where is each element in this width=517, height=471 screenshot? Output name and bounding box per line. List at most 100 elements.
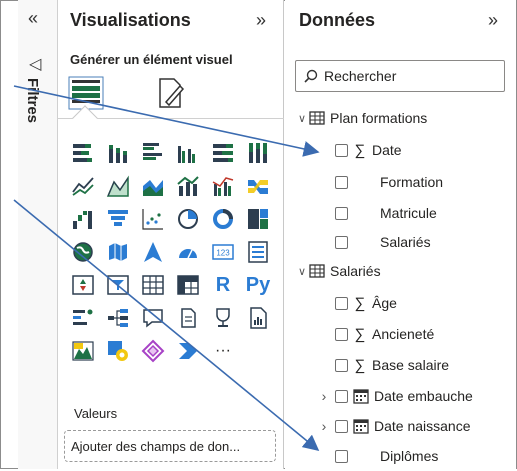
table-name: Plan formations bbox=[330, 110, 428, 126]
chevron-down-icon[interactable]: ∨ bbox=[295, 112, 309, 125]
scatter-chart-icon[interactable] bbox=[138, 204, 168, 234]
field-checkbox[interactable] bbox=[335, 296, 348, 310]
clustered-column-chart-icon[interactable] bbox=[173, 138, 203, 168]
100-stacked-column-chart-icon[interactable] bbox=[243, 138, 273, 168]
line-and-stacked-column-icon[interactable] bbox=[173, 171, 203, 201]
funnel-chart-icon[interactable] bbox=[103, 204, 133, 234]
field-checkbox[interactable] bbox=[335, 327, 348, 341]
search-icon bbox=[304, 69, 318, 83]
field-checkbox[interactable] bbox=[335, 389, 348, 403]
table-name: Salariés bbox=[330, 263, 381, 279]
field-name: Formation bbox=[380, 174, 444, 190]
field-item[interactable]: ∑ Ancieneté bbox=[285, 319, 516, 349]
line-and-clustered-column-icon[interactable] bbox=[208, 171, 238, 201]
expand-right-icon[interactable]: » bbox=[488, 10, 498, 31]
chevron-right-icon[interactable]: › bbox=[317, 388, 331, 404]
field-checkbox[interactable] bbox=[335, 206, 348, 220]
chevron-right-icon[interactable]: › bbox=[317, 418, 331, 434]
field-name: Âge bbox=[372, 295, 397, 311]
paginated-report-icon[interactable] bbox=[243, 303, 273, 333]
table-node-salaries[interactable]: ∨ Salariés bbox=[285, 256, 516, 286]
filters-pane-collapsed[interactable]: « ◁ Filtres bbox=[18, 0, 58, 469]
funnel-icon: ◁ bbox=[29, 56, 42, 73]
table-node-plan-formations[interactable]: ∨ Plan formations bbox=[285, 103, 516, 133]
ribbon-chart-icon[interactable] bbox=[243, 171, 273, 201]
field-checkbox[interactable] bbox=[335, 235, 348, 249]
sigma-icon: ∑ bbox=[354, 141, 366, 159]
field-checkbox[interactable] bbox=[335, 143, 348, 157]
values-well-label: Valeurs bbox=[74, 406, 118, 421]
field-name: Date naissance bbox=[374, 418, 471, 434]
gauge-icon[interactable] bbox=[173, 237, 203, 267]
field-name: Diplômes bbox=[380, 448, 439, 464]
kpi-icon[interactable] bbox=[68, 270, 98, 300]
treemap-icon[interactable] bbox=[243, 204, 273, 234]
search-box[interactable] bbox=[295, 60, 505, 92]
smart-narrative-icon[interactable] bbox=[173, 303, 203, 333]
key-influencers-icon[interactable] bbox=[68, 303, 98, 333]
stacked-column-chart-icon[interactable] bbox=[103, 138, 133, 168]
stacked-bar-chart-icon[interactable] bbox=[68, 138, 98, 168]
field-item[interactable]: Salariés bbox=[285, 227, 516, 257]
format-visual-icon[interactable] bbox=[154, 76, 186, 110]
field-item[interactable]: Formation bbox=[285, 167, 516, 197]
area-chart-icon[interactable] bbox=[103, 171, 133, 201]
calendar-icon bbox=[353, 419, 369, 434]
r-script-visual-icon[interactable]: R bbox=[208, 270, 238, 300]
field-item[interactable]: › Date embauche bbox=[285, 381, 516, 411]
visual-icons-grid: 123 R Py ··· bbox=[68, 138, 273, 366]
goals-icon[interactable] bbox=[208, 303, 238, 333]
clustered-bar-chart-icon[interactable] bbox=[138, 138, 168, 168]
field-checkbox[interactable] bbox=[335, 419, 348, 433]
data-pane: Données » ∨ Plan formations ∑ Date Forma… bbox=[285, 0, 516, 469]
visualisations-title: Visualisations bbox=[70, 10, 191, 30]
field-name: Date embauche bbox=[374, 388, 473, 404]
field-checkbox[interactable] bbox=[335, 175, 348, 189]
qa-icon[interactable] bbox=[138, 303, 168, 333]
build-visual-icon[interactable] bbox=[68, 76, 104, 110]
filters-label[interactable]: Filtres bbox=[24, 78, 41, 123]
calendar-icon bbox=[353, 389, 369, 404]
field-item[interactable]: ∑ Base salaire bbox=[285, 350, 516, 380]
field-item[interactable]: ∑ Âge bbox=[285, 288, 516, 318]
decomposition-tree-icon[interactable] bbox=[103, 303, 133, 333]
multi-row-card-icon[interactable] bbox=[243, 237, 273, 267]
matrix-icon[interactable] bbox=[173, 270, 203, 300]
table-icon[interactable] bbox=[138, 270, 168, 300]
sigma-icon: ∑ bbox=[354, 325, 366, 343]
stacked-area-chart-icon[interactable] bbox=[138, 171, 168, 201]
field-item[interactable]: Matricule bbox=[285, 198, 516, 228]
field-name: Date bbox=[372, 142, 402, 158]
power-apps-icon[interactable] bbox=[103, 336, 133, 366]
field-name: Ancieneté bbox=[372, 326, 435, 342]
waterfall-chart-icon[interactable] bbox=[68, 204, 98, 234]
line-chart-icon[interactable] bbox=[68, 171, 98, 201]
map-icon[interactable] bbox=[68, 237, 98, 267]
svg-text:123: 123 bbox=[216, 249, 230, 258]
field-item[interactable]: › Date naissance bbox=[285, 411, 516, 441]
more-visuals-arrow-icon[interactable] bbox=[173, 336, 203, 366]
pie-chart-icon[interactable] bbox=[173, 204, 203, 234]
python-visual-icon[interactable]: Py bbox=[243, 270, 273, 300]
field-item[interactable]: ∑ Date bbox=[285, 135, 516, 165]
power-automate-icon[interactable] bbox=[138, 336, 168, 366]
azure-map-icon[interactable] bbox=[138, 237, 168, 267]
field-checkbox[interactable] bbox=[335, 358, 348, 372]
donut-chart-icon[interactable] bbox=[208, 204, 238, 234]
card-icon[interactable]: 123 bbox=[208, 237, 238, 267]
more-visuals-icon[interactable]: ··· bbox=[208, 336, 238, 366]
expand-right-icon[interactable]: » bbox=[256, 10, 266, 31]
chevron-down-icon[interactable]: ∨ bbox=[295, 265, 309, 278]
field-item[interactable]: Diplômes bbox=[285, 441, 516, 471]
table-icon bbox=[309, 264, 325, 278]
add-data-fields-dropzone[interactable]: Ajouter des champs de don... bbox=[64, 430, 276, 462]
100-stacked-bar-chart-icon[interactable] bbox=[208, 138, 238, 168]
slicer-icon[interactable] bbox=[103, 270, 133, 300]
field-name: Base salaire bbox=[372, 357, 450, 373]
filled-map-icon[interactable] bbox=[103, 237, 133, 267]
visualisations-pane: Visualisations » Générer un élément visu… bbox=[58, 0, 284, 469]
search-input[interactable] bbox=[324, 68, 494, 84]
arcgis-map-icon[interactable] bbox=[68, 336, 98, 366]
collapse-left-icon[interactable]: « bbox=[28, 8, 38, 29]
field-checkbox[interactable] bbox=[335, 449, 348, 463]
